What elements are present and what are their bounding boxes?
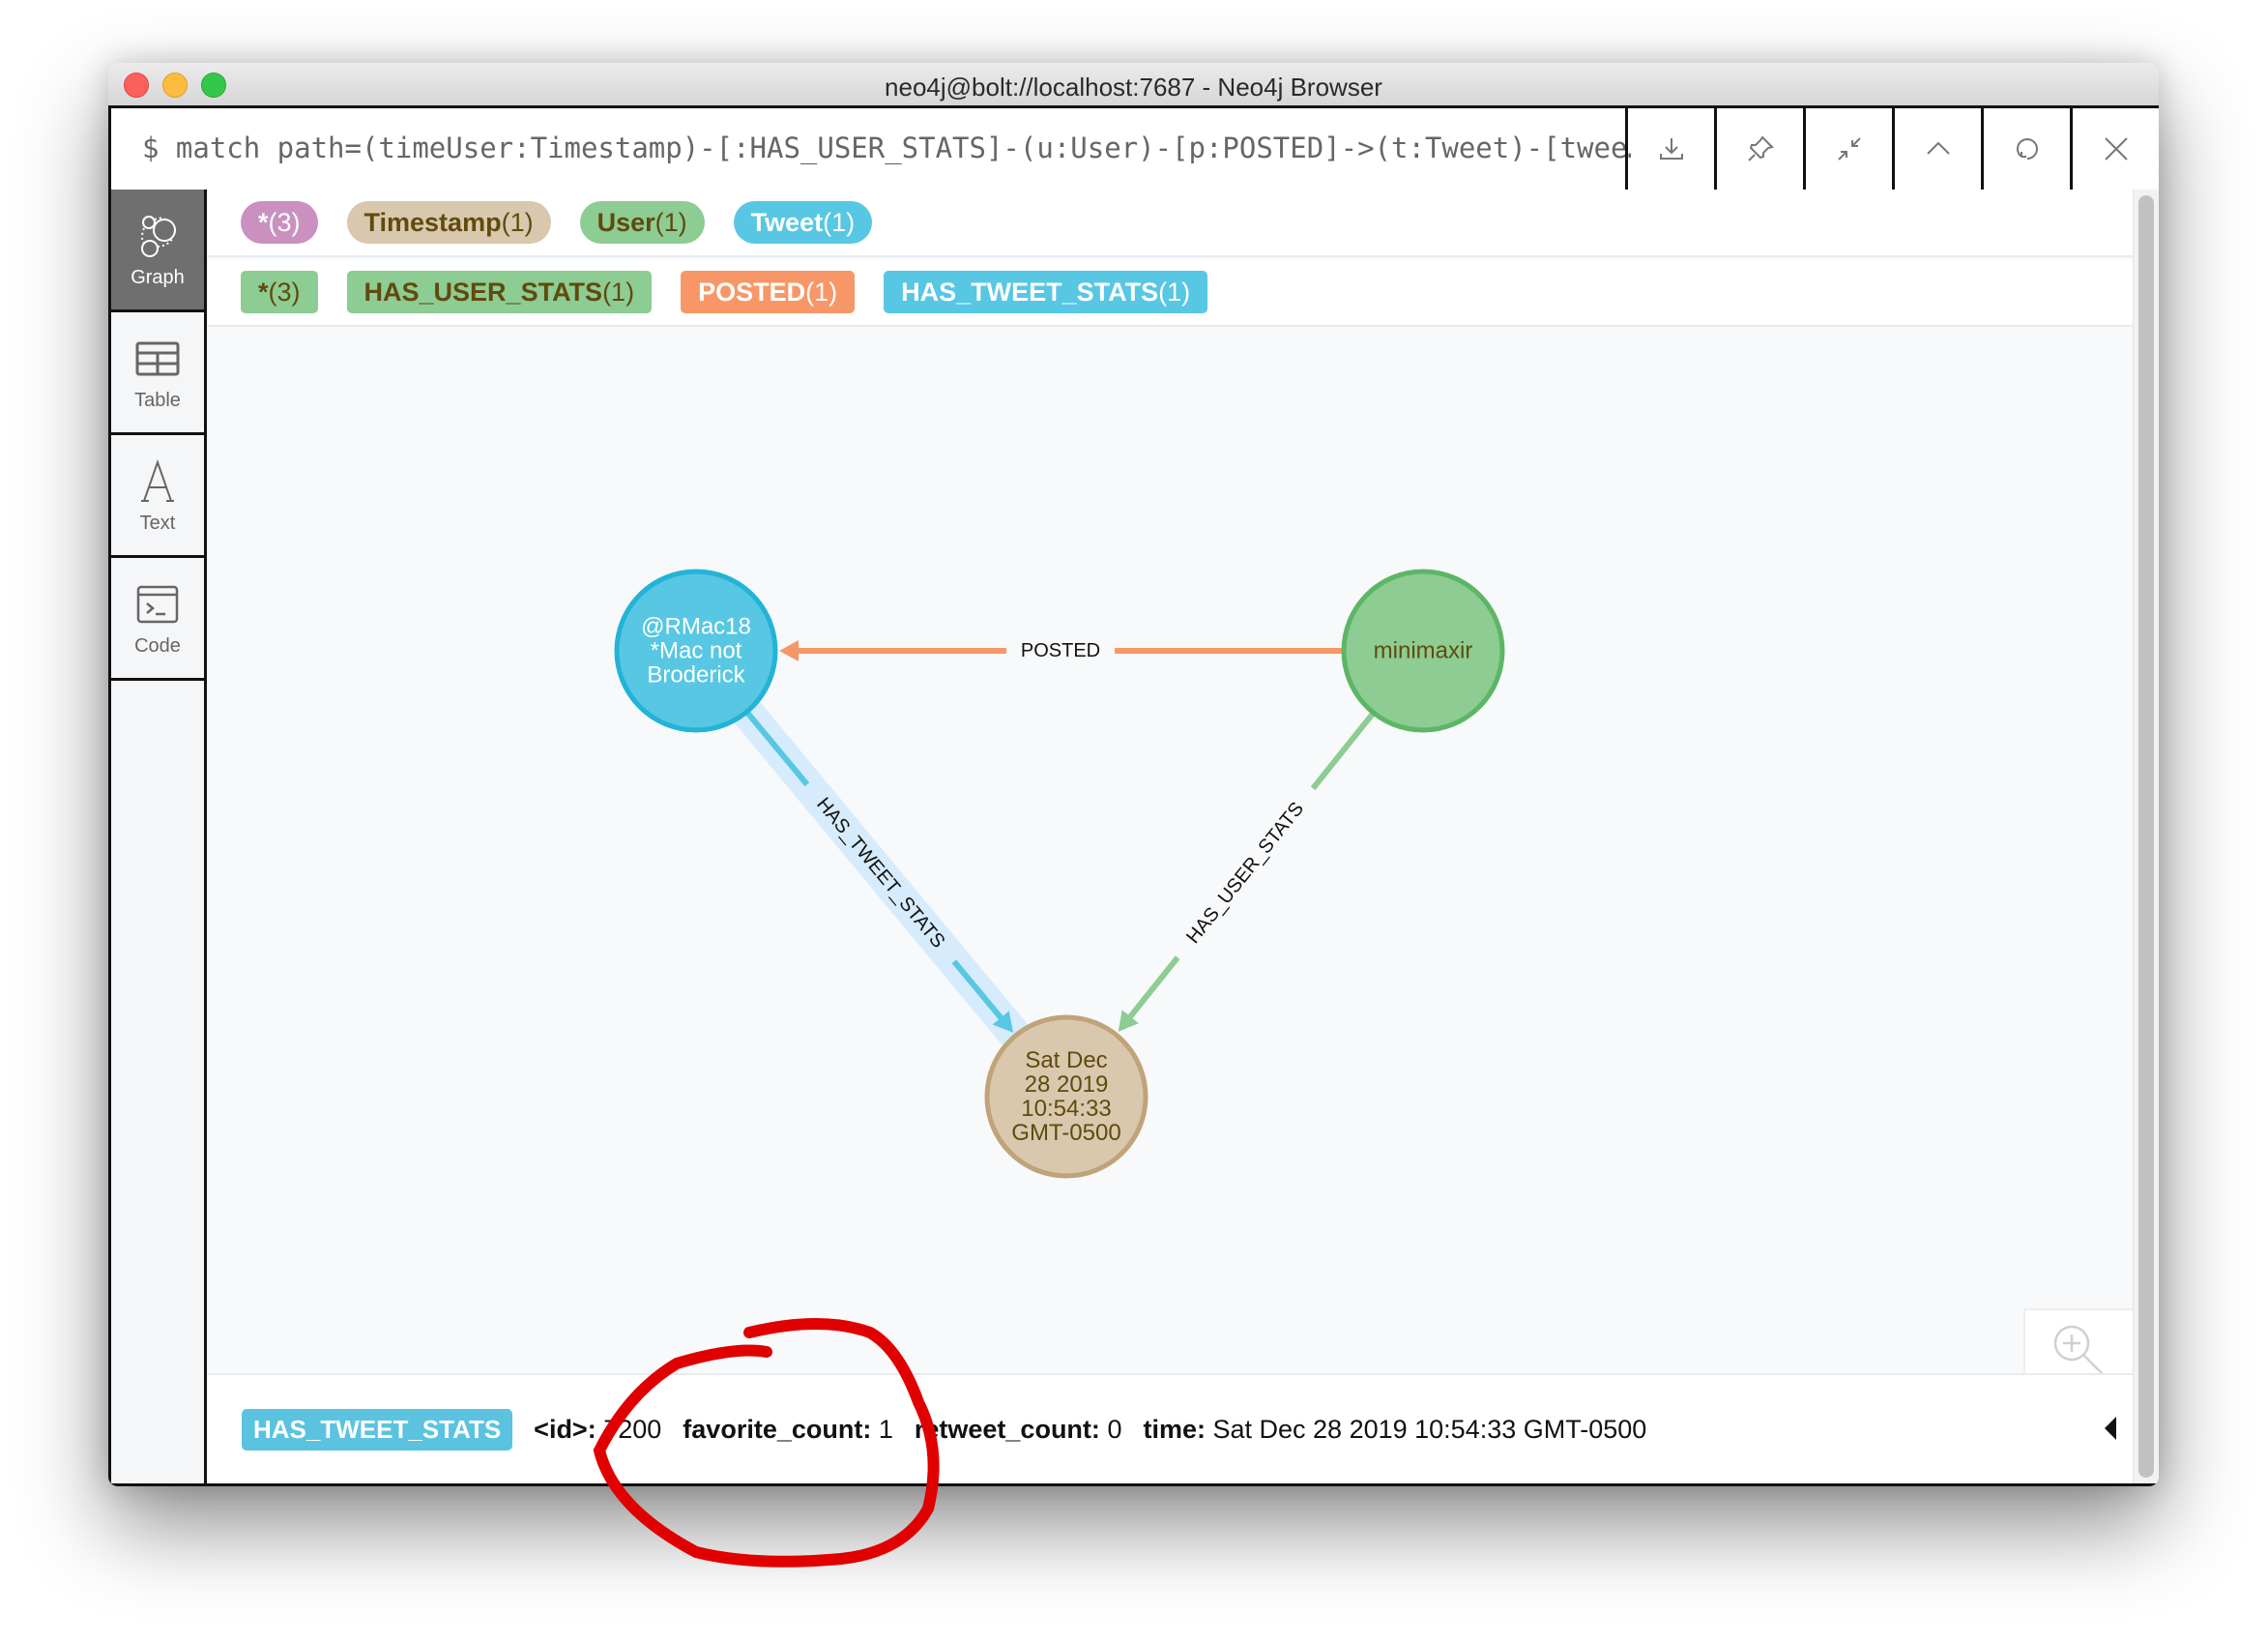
relationship-label: HAS_TWEET_STATS — [812, 794, 948, 953]
arrowhead-icon — [779, 640, 799, 661]
relationship-line — [1310, 712, 1375, 791]
node-label-user[interactable]: User (1) — [579, 201, 705, 244]
graph-icon — [141, 215, 176, 257]
rel-type-all[interactable]: * (3) — [241, 271, 318, 313]
window-title: neo4j@bolt://localhost:7687 - Neo4j Brow… — [885, 73, 1382, 102]
relationship-has-user-stats[interactable]: HAS_USER_STATS — [1118, 712, 1375, 1032]
browser-window: neo4j@bolt://localhost:7687 - Neo4j Brow… — [108, 63, 2159, 1486]
node-label-tweet[interactable]: Tweet (1) — [733, 201, 873, 244]
scrollbar-thumb[interactable] — [2138, 195, 2154, 1478]
scrollbar[interactable] — [2133, 190, 2159, 1483]
node-user[interactable]: minimaxir — [1341, 569, 1505, 733]
node-caption: minimaxir — [1374, 638, 1473, 664]
fold-up-button[interactable] — [1892, 108, 1981, 190]
relationship-label: POSTED — [1021, 640, 1100, 661]
download-button[interactable] — [1625, 108, 1714, 190]
sidebar-label-graph: Graph — [131, 266, 185, 288]
relationship-line — [1127, 955, 1180, 1019]
sidebar-label-text: Text — [139, 512, 176, 534]
inspector-toggle-icon[interactable] — [2105, 1417, 2116, 1440]
refresh-icon — [2016, 138, 2038, 160]
query-bar: $ match path=(timeUser:Timestamp)-[:HAS_… — [111, 105, 2159, 192]
sidebar-item-graph[interactable]: Graph — [111, 190, 204, 312]
pin-button[interactable] — [1714, 108, 1803, 190]
collapse-icon — [1837, 137, 1861, 161]
download-icon — [1659, 138, 1683, 160]
title-bar: neo4j@bolt://localhost:7687 - Neo4j Brow… — [108, 63, 2159, 106]
rerun-button[interactable] — [1981, 108, 2070, 190]
node-caption: GMT-0500 — [1011, 1120, 1120, 1146]
node-caption: *Mac not — [651, 638, 742, 664]
close-icon — [2104, 137, 2128, 161]
sidebar-item-code[interactable]: Code — [111, 558, 204, 681]
graph-canvas[interactable]: POSTED HAS_TWEET_STATS HAS_USER_STATS @RMa… — [207, 329, 2134, 1391]
property-favorite-count: favorite_count: 1 — [683, 1414, 893, 1444]
sidebar-item-text[interactable]: Text — [111, 435, 204, 558]
sidebar-item-table[interactable]: Table — [111, 312, 204, 435]
view-sidebar: Graph Table Text Code — [111, 190, 207, 1483]
relationship-types-row: * (3) HAS_USER_STATS (1) POSTED (1) HAS_TWE… — [207, 259, 2134, 327]
chevron-up-icon — [1926, 141, 1950, 155]
rel-type-has-user-stats[interactable]: HAS_USER_STATS (1) — [346, 271, 653, 313]
property-time: time: Sat Dec 28 2019 10:54:33 GMT-0500 — [1143, 1414, 1647, 1444]
inspector-panel: HAS_TWEET_STATS <id>: 7200 favorite_coun… — [207, 1373, 2134, 1483]
node-label-timestamp[interactable]: Timestamp (1) — [346, 201, 551, 244]
graph-view: * (3) Timestamp (1) User (1) Tweet (1) * (3) … — [207, 190, 2134, 1483]
table-icon — [135, 341, 180, 375]
code-icon — [136, 585, 179, 623]
node-labels-row: * (3) Timestamp (1) User (1) Tweet (1) — [207, 190, 2134, 257]
node-caption: Sat Dec — [1025, 1047, 1107, 1073]
node-caption: 10:54:33 — [1021, 1096, 1111, 1122]
relationship-posted[interactable]: POSTED — [779, 640, 1342, 661]
node-timestamp[interactable]: Sat Dec28 201910:54:33GMT-0500 — [984, 1014, 1149, 1179]
rel-type-posted[interactable]: POSTED (1) — [681, 271, 856, 313]
relationship-has-tweet-stats[interactable]: HAS_TWEET_STATS — [729, 695, 1035, 1054]
node-caption: Broderick — [647, 662, 745, 689]
sidebar-label-code: Code — [134, 634, 181, 657]
node-caption: @RMac18 — [641, 614, 751, 640]
relationship-label: HAS_USER_STATS — [1182, 798, 1308, 948]
collapse-button[interactable] — [1803, 108, 1892, 190]
sidebar-label-table: Table — [134, 389, 181, 411]
property-id: <id>: 7200 — [534, 1414, 662, 1444]
result-frame: $ match path=(timeUser:Timestamp)-[:HAS_… — [108, 105, 2159, 1486]
node-label-all[interactable]: * (3) — [241, 201, 318, 244]
frame-actions — [1625, 108, 2159, 190]
property-retweet-count: retweet_count: 0 — [914, 1414, 1122, 1444]
rel-type-has-tweet-stats[interactable]: HAS_TWEET_STATS (1) — [884, 271, 1208, 313]
pin-icon — [1747, 135, 1774, 161]
close-frame-button[interactable] — [2070, 108, 2159, 190]
node-caption: 28 2019 — [1025, 1071, 1109, 1098]
selected-rel-type-badge[interactable]: HAS_TWEET_STATS — [242, 1408, 513, 1451]
query-text[interactable]: $ match path=(timeUser:Timestamp)-[:HAS_… — [142, 132, 1631, 164]
node-tweet[interactable]: @RMac18*Mac notBroderick — [614, 569, 778, 733]
text-icon — [141, 458, 174, 502]
